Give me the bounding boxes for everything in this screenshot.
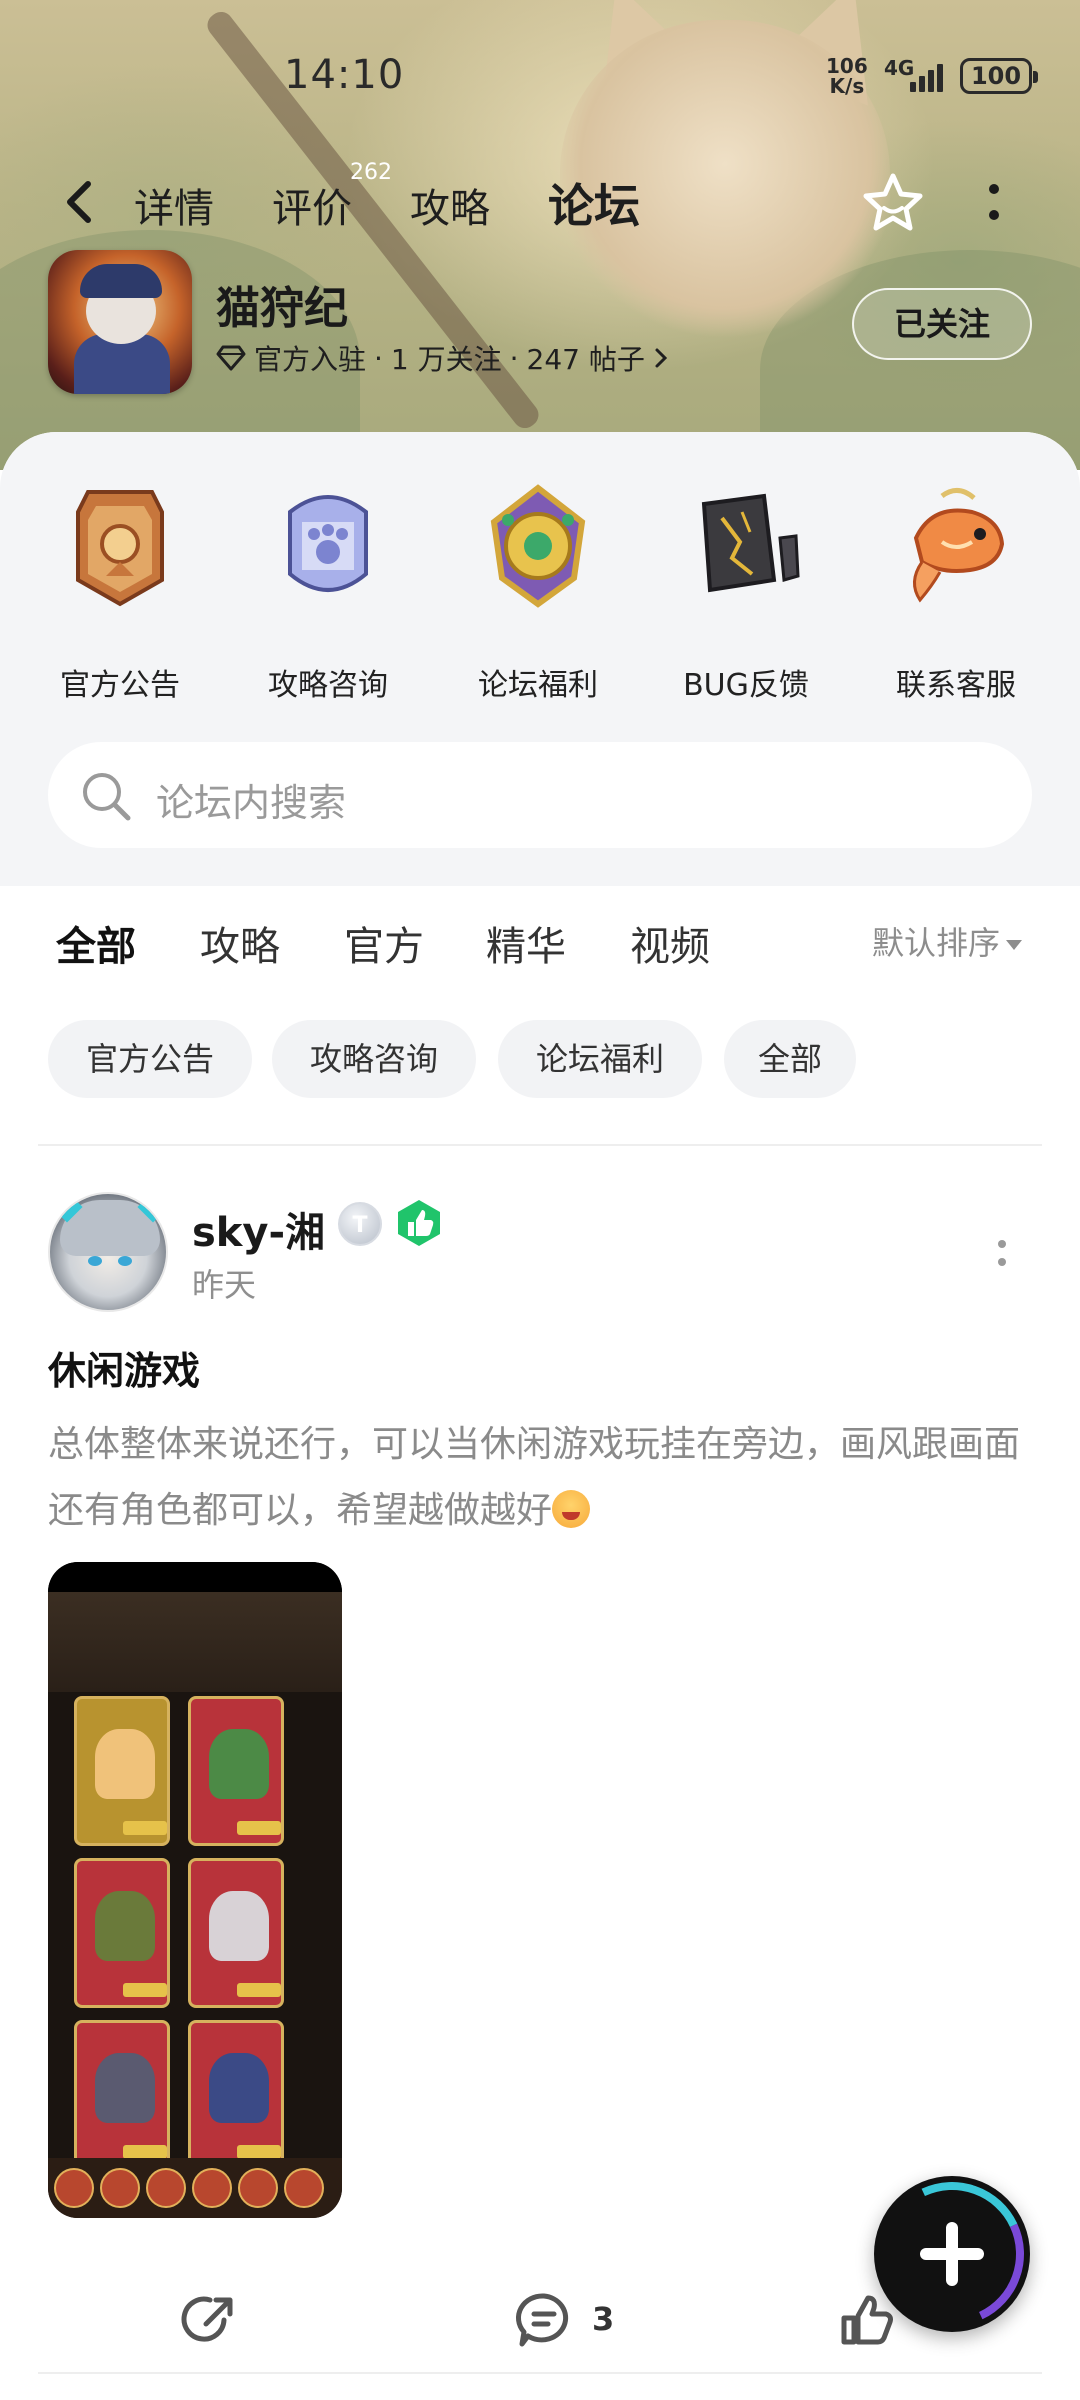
chip-welfare[interactable]: 论坛福利 (498, 1020, 702, 1098)
quick-link-customer-service[interactable]: 联系客服 (866, 482, 1046, 712)
post-time: 昨天 (192, 1266, 257, 1304)
diamond-icon (216, 345, 246, 371)
forum-content: 官方公告 攻略咨询 论坛福利 BUG反馈 联系客服 论坛内搜索 全部 攻略 官方… (0, 432, 1080, 2400)
battery-icon: 100 (960, 58, 1038, 94)
chip-guide[interactable]: 攻略咨询 (272, 1020, 476, 1098)
quick-link-label: 联系客服 (896, 668, 1016, 703)
tab-reviews[interactable]: 评价 (272, 176, 352, 234)
comment-icon[interactable] (514, 2290, 574, 2350)
separator-dot: · (509, 341, 519, 375)
more-options-button[interactable] (974, 176, 1014, 232)
level-badge: T (338, 1202, 382, 1246)
filter-tab-guides[interactable]: 攻略 (200, 914, 280, 972)
top-nav: 详情 评价 262 攻略 论坛 (0, 160, 1080, 240)
star-icon (863, 173, 923, 231)
search-placeholder: 论坛内搜索 (156, 781, 347, 825)
forum-search-bar[interactable]: 论坛内搜索 (48, 742, 1032, 848)
dot (998, 1240, 1006, 1248)
guide-icon (288, 495, 368, 592)
tab-details[interactable]: 详情 (134, 176, 214, 234)
customer-service-icon (913, 488, 1005, 603)
quick-link-label: BUG反馈 (683, 668, 809, 703)
search-icon (83, 773, 131, 821)
filter-tab-official[interactable]: 官方 (344, 914, 424, 972)
game-stats[interactable]: 官方入驻 · 1 万关注 · 247 帖子 (216, 338, 669, 378)
post-title[interactable]: 休闲游戏 (48, 1340, 200, 1395)
posts-count: 247 帖子 (526, 343, 645, 376)
post-body[interactable]: 总体整体来说还行，可以当休闲游戏玩挂在旁边，画风跟画面还有角色都可以，希望越做越… (48, 1412, 1038, 1544)
comment-count: 3 (592, 2300, 615, 2338)
post-body-text: 总体整体来说还行，可以当休闲游戏玩挂在旁边，画风跟画面还有角色都可以，希望越做越… (48, 1424, 1021, 1531)
separator-dot: · (374, 341, 383, 375)
dot (989, 184, 999, 194)
game-header-banner: 14:10 106 K/s 4G 100 详情 评价 262 攻略 论坛 猫狩纪… (0, 0, 1080, 470)
signal-icon (906, 60, 946, 92)
quick-link-label: 攻略咨询 (268, 668, 388, 703)
favorite-button[interactable] (858, 168, 928, 238)
divider (38, 2372, 1042, 2374)
thumbs-up-badge-icon (398, 1200, 440, 1246)
bug-feedback-icon (701, 493, 800, 593)
game-info: 猫狩纪 官方入驻 · 1 万关注 · 247 帖子 已关注 (0, 250, 1080, 400)
review-count-badge: 262 (350, 160, 392, 185)
quick-link-label: 官方公告 (60, 668, 180, 703)
filter-tab-all[interactable]: 全部 (56, 914, 136, 978)
quick-link-bug-feedback[interactable]: BUG反馈 (656, 482, 836, 712)
status-bar: 14:10 106 K/s 4G 100 (0, 52, 1080, 108)
sort-dropdown[interactable]: 默认排序 (872, 918, 1023, 964)
thumbs-up-icon[interactable] (836, 2290, 896, 2350)
post-username[interactable]: sky-湘 (192, 1200, 325, 1258)
dot (989, 210, 999, 220)
quick-link-label: 论坛福利 (478, 668, 598, 703)
smiling-emoji-icon (552, 1490, 591, 1528)
welfare-icon (490, 484, 586, 608)
sort-label: 默认排序 (872, 924, 1001, 962)
post-screenshot-image[interactable] (48, 1562, 342, 2218)
post-more-button[interactable] (994, 1232, 1010, 1272)
game-title: 猫狩纪 (216, 283, 348, 334)
network-speed-unit: K/s (829, 74, 865, 98)
chip-announcement[interactable]: 官方公告 (48, 1020, 252, 1098)
quick-link-announcement[interactable]: 官方公告 (30, 482, 210, 712)
follow-button[interactable]: 已关注 (852, 288, 1032, 360)
status-time: 14:10 (284, 52, 405, 98)
chevron-right-icon (655, 348, 668, 368)
chip-all[interactable]: 全部 (724, 1020, 856, 1098)
official-label: 官方入驻 (254, 343, 367, 376)
network-speed: 106 K/s (826, 56, 868, 96)
filter-tab-videos[interactable]: 视频 (630, 914, 710, 972)
filter-tab-featured[interactable]: 精华 (486, 914, 566, 972)
followers-count: 1 万关注 (390, 343, 502, 376)
announcement-icon (76, 490, 164, 607)
divider (38, 1144, 1042, 1146)
back-arrow-icon (67, 181, 91, 223)
share-icon[interactable] (180, 2290, 240, 2350)
filter-tabs: 全部 攻略 官方 精华 视频 默认排序 (0, 894, 1080, 984)
avatar[interactable] (48, 1192, 168, 1312)
quick-links-area: 官方公告 攻略咨询 论坛福利 BUG反馈 联系客服 论坛内搜索 (0, 432, 1080, 886)
new-post-fab[interactable] (874, 2176, 1030, 2332)
quick-link-guide[interactable]: 攻略咨询 (238, 482, 418, 712)
caret-down-icon (1006, 940, 1023, 950)
plus-icon (946, 2222, 958, 2286)
game-app-icon[interactable] (48, 250, 192, 394)
network-speed-value: 106 (826, 54, 868, 78)
quick-link-welfare[interactable]: 论坛福利 (448, 482, 628, 712)
back-button[interactable] (52, 172, 112, 232)
tab-guides[interactable]: 攻略 (410, 176, 490, 234)
dot (998, 1258, 1006, 1266)
tab-forum[interactable]: 论坛 (544, 170, 644, 236)
